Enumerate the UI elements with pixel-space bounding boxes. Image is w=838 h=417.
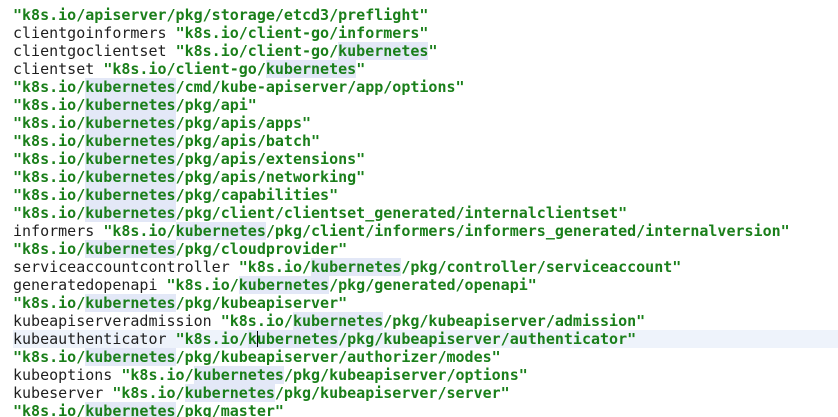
import-lines: "k8s.io/apiserver/pkg/storage/etcd3/pref…: [13, 6, 838, 417]
import-alias: kubeapiserveradmission: [13, 312, 212, 330]
code-line[interactable]: informers "k8s.io/kubernetes/pkg/client/…: [13, 222, 838, 240]
code-line[interactable]: "k8s.io/kubernetes/pkg/api": [13, 96, 838, 114]
code-line[interactable]: kubeoptions "k8s.io/kubernetes/pkg/kubea…: [13, 366, 838, 384]
word-highlight: kubernetes: [184, 384, 275, 402]
code-line[interactable]: serviceaccountcontroller "k8s.io/kuberne…: [13, 258, 838, 276]
code-line[interactable]: clientgoclientset "k8s.io/client-go/kube…: [13, 42, 838, 60]
word-highlight: kubernetes: [85, 186, 176, 204]
code-line[interactable]: generatedopenapi "k8s.io/kubernetes/pkg/…: [13, 276, 838, 294]
import-path: "k8s.io/kubernetes/pkg/kubeapiserver/aut…: [175, 330, 637, 348]
code-line[interactable]: clientgoinformers "k8s.io/client-go/info…: [13, 24, 838, 42]
code-line[interactable]: "k8s.io/kubernetes/pkg/client/clientset_…: [13, 204, 838, 222]
import-path: "k8s.io/kubernetes/pkg/kubeapiserver": [13, 294, 348, 312]
import-alias: kubeoptions: [13, 366, 113, 384]
word-highlight: kubernetes: [85, 240, 176, 258]
import-path: "k8s.io/kubernetes/pkg/generated/openapi…: [166, 276, 537, 294]
word-highlight: kubernetes: [85, 348, 176, 366]
import-path: "k8s.io/kubernetes/pkg/capabilities": [13, 186, 339, 204]
import-path: "k8s.io/kubernetes/pkg/controller/servic…: [238, 258, 682, 276]
import-path: "k8s.io/kubernetes/pkg/apis/apps": [13, 114, 312, 132]
import-path: "k8s.io/kubernetes/pkg/client/clientset_…: [13, 204, 628, 222]
code-line[interactable]: "k8s.io/kubernetes/pkg/master": [13, 402, 838, 417]
import-path: "k8s.io/kubernetes/pkg/apis/batch": [13, 132, 321, 150]
word-highlight: kubernetes: [85, 204, 176, 222]
import-alias: clientgoclientset: [13, 42, 167, 60]
import-path: "k8s.io/kubernetes/pkg/kubeapiserver/adm…: [220, 312, 646, 330]
import-path: "k8s.io/kubernetes/pkg/apis/networking": [13, 168, 366, 186]
word-highlight: kubernetes: [193, 366, 284, 384]
import-path: "k8s.io/kubernetes/pkg/kubeapiserver/aut…: [13, 348, 501, 366]
code-line[interactable]: "k8s.io/apiserver/pkg/storage/etcd3/pref…: [13, 6, 838, 24]
word-highlight: kubernetes: [175, 222, 266, 240]
import-alias: clientgoinformers: [13, 24, 167, 42]
word-highlight: kubernetes: [247, 330, 339, 348]
import-path: "k8s.io/kubernetes/pkg/apis/extensions": [13, 150, 366, 168]
import-path: "k8s.io/kubernetes/pkg/client/informers/…: [103, 222, 790, 240]
import-path: "k8s.io/client-go/kubernetes": [103, 60, 366, 78]
code-line[interactable]: kubeserver "k8s.io/kubernetes/pkg/kubeap…: [13, 384, 838, 402]
import-path: "k8s.io/kubernetes/pkg/kubeapiserver/ser…: [112, 384, 510, 402]
code-line[interactable]: "k8s.io/kubernetes/cmd/kube-apiserver/ap…: [13, 78, 838, 96]
code-line[interactable]: "k8s.io/kubernetes/pkg/apis/networking": [13, 168, 838, 186]
code-line[interactable]: "k8s.io/kubernetes/pkg/kubeapiserver/aut…: [13, 348, 838, 366]
code-line[interactable]: "k8s.io/kubernetes/pkg/apis/batch": [13, 132, 838, 150]
word-highlight: kubernetes: [311, 258, 402, 276]
word-highlight: kubernetes: [85, 150, 176, 168]
import-path: "k8s.io/apiserver/pkg/storage/etcd3/pref…: [13, 6, 429, 24]
code-line[interactable]: "k8s.io/kubernetes/pkg/cloudprovider": [13, 240, 838, 258]
import-path: "k8s.io/client-go/informers": [175, 24, 429, 42]
word-highlight: kubernetes: [85, 402, 176, 417]
word-highlight: kubernetes: [85, 294, 176, 312]
word-highlight: kubernetes: [85, 114, 176, 132]
word-highlight: kubernetes: [85, 132, 176, 150]
code-line[interactable]: "k8s.io/kubernetes/pkg/apis/extensions": [13, 150, 838, 168]
code-line[interactable]: "k8s.io/kubernetes/pkg/kubeapiserver": [13, 294, 838, 312]
code-line[interactable]: "k8s.io/kubernetes/pkg/apis/apps": [13, 114, 838, 132]
code-line[interactable]: "k8s.io/kubernetes/pkg/capabilities": [13, 186, 838, 204]
word-highlight: kubernetes: [85, 168, 176, 186]
import-alias: kubeauthenticator: [13, 330, 167, 348]
import-alias: kubeserver: [13, 384, 104, 402]
import-path: "k8s.io/kubernetes/pkg/kubeapiserver/opt…: [121, 366, 528, 384]
text-caret: [256, 331, 258, 347]
import-path: "k8s.io/kubernetes/cmd/kube-apiserver/ap…: [13, 78, 465, 96]
import-alias: serviceaccountcontroller: [13, 258, 230, 276]
word-highlight: kubernetes: [292, 312, 384, 330]
code-line[interactable]: clientset "k8s.io/client-go/kubernetes": [13, 60, 838, 78]
import-path: "k8s.io/kubernetes/pkg/api": [13, 96, 257, 114]
import-alias: clientset: [13, 60, 95, 78]
word-highlight: kubernetes: [85, 96, 176, 114]
code-editor[interactable]: "k8s.io/apiserver/pkg/storage/etcd3/pref…: [0, 0, 838, 417]
word-highlight: kubernetes: [238, 276, 330, 294]
import-path: "k8s.io/kubernetes/pkg/master": [13, 402, 284, 417]
import-alias: informers: [13, 222, 95, 240]
import-path: "k8s.io/kubernetes/pkg/cloudprovider": [13, 240, 348, 258]
code-line[interactable]: kubeauthenticator "k8s.io/kubernetes/pkg…: [13, 330, 838, 348]
import-path: "k8s.io/client-go/kubernetes": [175, 42, 438, 60]
code-line[interactable]: kubeapiserveradmission "k8s.io/kubernete…: [13, 312, 838, 330]
word-highlight: kubernetes: [265, 60, 357, 78]
word-highlight: kubernetes: [338, 42, 429, 60]
import-alias: generatedopenapi: [13, 276, 158, 294]
word-highlight: kubernetes: [85, 78, 176, 96]
